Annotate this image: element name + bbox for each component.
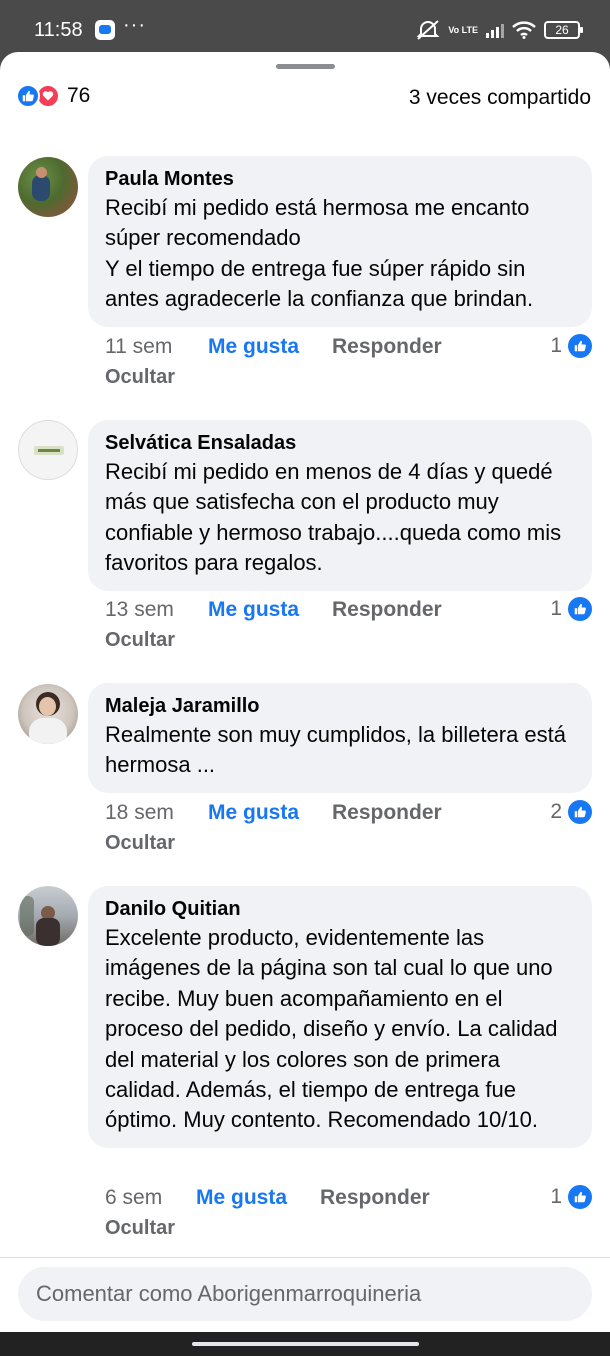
comment-author[interactable]: Maleja Jaramillo [105,693,576,719]
comment-bubble[interactable]: Danilo Quitian Excelente producto, evide… [88,886,592,1148]
comment-actions: 13 sem Me gusta Responder [105,598,442,622]
comment-actions: 11 sem Me gusta Responder [105,335,442,359]
like-count-number: 1 [550,334,562,357]
like-count-number: 1 [550,1185,562,1208]
comment-like-count[interactable]: 1 [550,597,592,621]
messenger-notification-icon [95,20,115,40]
reactions-summary[interactable]: 76 [16,84,90,108]
like-icon [568,1185,592,1209]
comment-time[interactable]: 13 sem [105,598,208,622]
comment-time[interactable]: 18 sem [105,801,208,825]
comment-text: Recibí mi pedido está hermosa me encanto… [105,195,534,312]
like-count-number: 1 [550,597,562,620]
comment-time[interactable]: 11 sem [105,335,208,359]
comment-actions: 18 sem Me gusta Responder [105,801,442,825]
comment-text: Realmente son muy cumplidos, la billeter… [105,722,567,778]
comment-text: Recibí mi pedido en menos de 4 días y qu… [105,459,562,576]
like-icon [568,334,592,358]
comment-actions: 6 sem Me gusta Responder [105,1186,430,1210]
status-bar: 11:58 ··· Vo LTE 26 [0,0,610,60]
like-icon [568,597,592,621]
comment-time[interactable]: 6 sem [105,1186,196,1210]
hide-button[interactable]: Ocultar [105,832,175,855]
comment-author[interactable]: Danilo Quitian [105,896,576,922]
comment-author[interactable]: Selvática Ensaladas [105,430,576,456]
signal-icon [486,22,504,38]
like-icon [568,800,592,824]
comment-bubble[interactable]: Selvática Ensaladas Recibí mi pedido en … [88,420,592,591]
volte-indicator: Vo LTE [448,25,478,35]
avatar[interactable] [18,157,78,217]
comment-input[interactable]: Comentar como Aborigenmarroquineria [18,1267,592,1321]
hide-button[interactable]: Ocultar [105,366,175,389]
system-nav-bar [0,1332,610,1356]
comment-text: Excelente producto, evidentemente las im… [105,925,558,1133]
like-button[interactable]: Me gusta [208,598,332,622]
reply-button[interactable]: Responder [320,1186,430,1210]
like-button[interactable]: Me gusta [208,335,332,359]
like-button[interactable]: Me gusta [196,1186,320,1210]
avatar[interactable] [18,420,78,480]
avatar[interactable] [18,684,78,744]
drag-handle[interactable] [276,64,335,69]
divider [0,1257,610,1258]
reply-button[interactable]: Responder [332,598,442,622]
like-button[interactable]: Me gusta [208,801,332,825]
like-reaction-icon [16,84,40,108]
comment-like-count[interactable]: 2 [550,800,592,824]
home-indicator[interactable] [192,1342,419,1346]
comment-bubble[interactable]: Maleja Jaramillo Realmente son muy cumpl… [88,683,592,793]
comment-like-count[interactable]: 1 [550,1185,592,1209]
hide-button[interactable]: Ocultar [105,629,175,652]
like-count-number: 2 [550,800,562,823]
reaction-count: 76 [67,84,91,107]
comment-bubble[interactable]: Paula Montes Recibí mi pedido está hermo… [88,156,592,327]
status-time: 11:58 [34,19,83,41]
battery-icon: 26 [544,21,583,39]
more-notifications-icon: ··· [123,14,146,36]
reply-button[interactable]: Responder [332,335,442,359]
avatar[interactable] [18,886,78,946]
comment-like-count[interactable]: 1 [550,334,592,358]
comment-author[interactable]: Paula Montes [105,166,576,192]
wifi-icon [512,21,536,39]
share-count[interactable]: 3 veces compartido [409,86,591,110]
reply-button[interactable]: Responder [332,801,442,825]
alarm-muted-icon [416,20,440,40]
hide-button[interactable]: Ocultar [105,1217,175,1240]
comments-sheet: 76 3 veces compartido Paula Montes Recib… [0,52,610,1332]
